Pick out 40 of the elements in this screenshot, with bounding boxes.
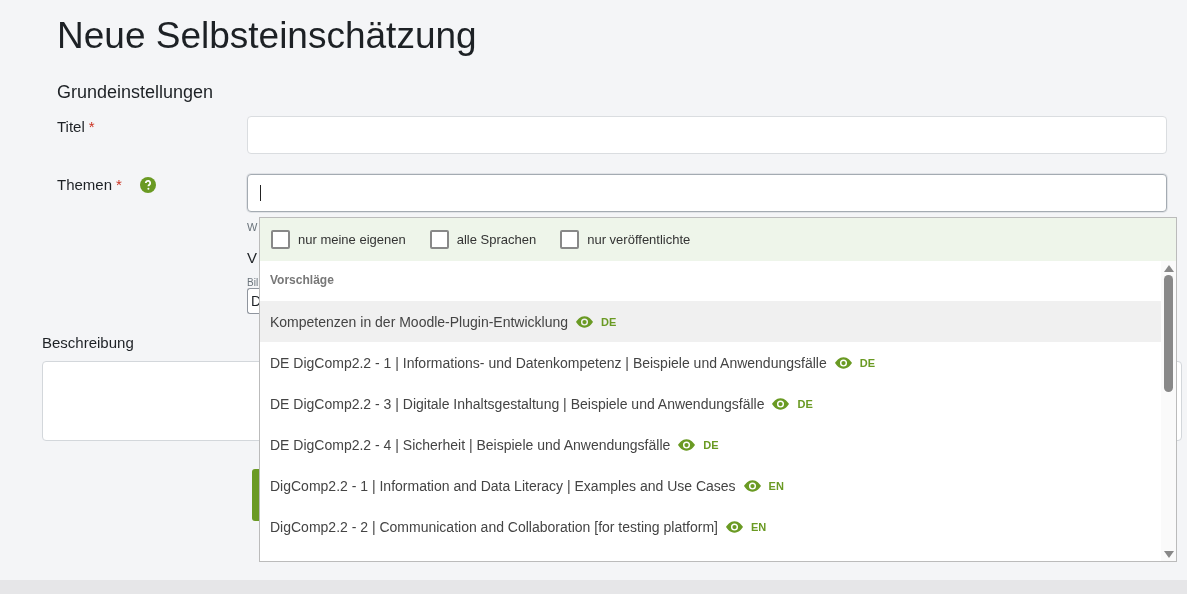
input-field[interactable] (247, 116, 1167, 154)
eye-icon (834, 356, 852, 369)
sub-label: Bil (247, 277, 259, 288)
subheading: V (247, 249, 257, 266)
suggestion-text: DE DigComp2.2 - 1 | Informations- und Datenkompetenz | Beispiele und Anwendungsfälle (270, 354, 827, 371)
hint-text: W (247, 221, 258, 235)
eye-icon (725, 520, 743, 533)
scroll-up-icon[interactable] (1163, 265, 1174, 272)
eye-icon (678, 438, 696, 451)
filter-checkbox[interactable]: nur meine eigenen (271, 230, 406, 249)
suggestion-text: DE DigComp2.2 - 3 | Digitale Inhaltsgestaltung | Beispiele und Anwendungsfälle (270, 395, 765, 412)
language-tag: DE (601, 315, 617, 328)
filter-checkbox[interactable]: nur veröffentlichte (560, 230, 691, 249)
language-tag: DE (797, 397, 813, 410)
field-label: Themen (57, 176, 113, 193)
eye-icon (743, 479, 761, 492)
language-tag: EN (768, 479, 784, 492)
required-mark: * (88, 118, 95, 135)
scroll-thumb[interactable] (1164, 275, 1173, 392)
field-label: Titel (57, 118, 85, 135)
suggestion-text: DigComp2.2 - 2 | Communication and Collaboration [for testing platform] (270, 518, 718, 535)
language-tag: DE (859, 356, 875, 369)
required-mark: * (116, 176, 122, 193)
suggestions-header: Vorschläge (269, 272, 335, 289)
scroll-down-icon[interactable] (1163, 551, 1174, 558)
section-title: Grundeinstellungen (57, 81, 215, 104)
suggestion-text: Kompetenzen in der Moodle-Plugin-Entwicklung (270, 313, 569, 330)
input-field[interactable] (247, 174, 1167, 212)
suggestion-item[interactable]: Kompetenzen in der Moodle-Plugin-Entwicklung DE (260, 301, 1161, 342)
suggestion-text: DigComp2.2 - 1 | Information and Data Literacy | Examples and Use Cases (270, 477, 736, 494)
eye-icon (576, 315, 594, 328)
scrollbar[interactable] (1161, 261, 1176, 561)
description-label: Beschreibung (42, 334, 135, 351)
language-tag: DE (703, 438, 719, 451)
suggestion-text: DE DigComp2.2 - 4 | Sicherheit | Beispiele und Anwendungsfälle (270, 436, 671, 453)
language-tag: EN (750, 520, 767, 533)
page-title: Neue Selbsteinschätzung (57, 14, 478, 58)
filter-checkbox[interactable]: alle Sprachen (429, 230, 537, 249)
help-icon[interactable] (139, 177, 156, 193)
eye-icon (772, 397, 790, 410)
